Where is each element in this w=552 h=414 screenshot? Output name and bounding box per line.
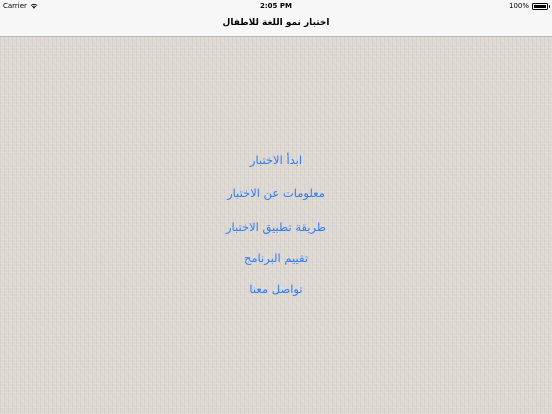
main-menu: ابدأ الاختبار معلومات عن الاختبار طريقة … bbox=[0, 0, 552, 414]
test-method-button[interactable]: طريقة تطبيق الاختبار bbox=[0, 220, 552, 234]
start-test-button[interactable]: ابدأ الاختبار bbox=[0, 153, 552, 167]
rate-app-button[interactable]: تقييم البرنامج bbox=[0, 251, 552, 265]
contact-us-button[interactable]: تواصل معنا bbox=[0, 282, 552, 296]
test-info-button[interactable]: معلومات عن الاختبار bbox=[0, 186, 552, 200]
